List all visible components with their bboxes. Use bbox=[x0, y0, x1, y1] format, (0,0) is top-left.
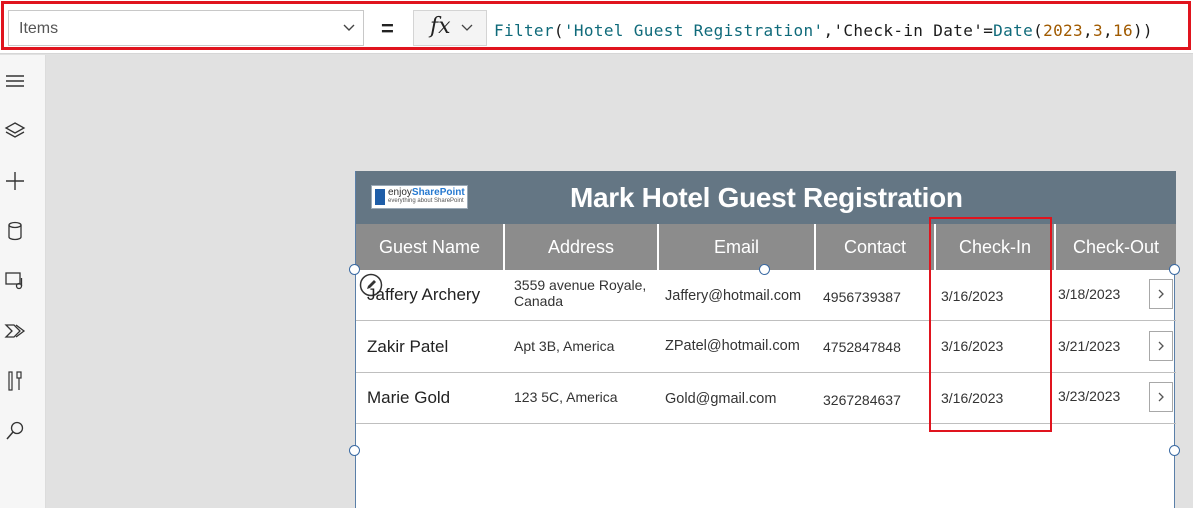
guest-email: ZPatel@hotmail.com bbox=[665, 338, 800, 354]
app-screen: enjoySharePoint everything about SharePo… bbox=[355, 171, 1176, 508]
tools-icon[interactable] bbox=[4, 370, 26, 392]
selection-handle[interactable] bbox=[1169, 264, 1180, 275]
guest-check-out: 3/21/2023 bbox=[1058, 338, 1121, 354]
guest-address-line1: 123 5C, America bbox=[514, 389, 618, 405]
gallery-row[interactable]: Zakir Patel Apt 3B, America ZPatel@hotma… bbox=[356, 322, 1176, 373]
guest-contact: 3267284637 bbox=[823, 392, 901, 408]
formula-bar: Items = fx Filter('Hotel Guest Registrat… bbox=[0, 0, 1193, 54]
column-header-contact: Contact bbox=[816, 224, 934, 270]
formula-bar-highlight bbox=[1, 1, 1191, 50]
guest-check-out: 3/18/2023 bbox=[1058, 286, 1121, 302]
app-title: Mark Hotel Guest Registration bbox=[570, 182, 963, 213]
enjoysharepoint-logo: enjoySharePoint everything about SharePo… bbox=[371, 185, 468, 209]
layers-icon[interactable] bbox=[4, 120, 26, 142]
logo-mark-icon bbox=[375, 189, 385, 205]
check-in-highlight bbox=[929, 217, 1052, 432]
guest-name: Marie Gold bbox=[367, 388, 451, 407]
chevron-right-icon bbox=[1158, 289, 1164, 299]
data-icon[interactable] bbox=[4, 220, 26, 242]
row-next-button[interactable] bbox=[1149, 331, 1173, 361]
guest-address-line1: 3559 avenue Royale, bbox=[514, 277, 647, 293]
chevron-right-icon bbox=[1158, 341, 1164, 351]
guest-address-line1: Apt 3B, America bbox=[514, 338, 615, 354]
guest-name: Zakir Patel bbox=[367, 337, 449, 356]
hamburger-icon[interactable] bbox=[4, 70, 26, 92]
media-icon[interactable] bbox=[4, 270, 26, 292]
column-header-address: Address bbox=[505, 224, 657, 270]
app-header: enjoySharePoint everything about SharePo… bbox=[356, 171, 1176, 224]
logo-tagline: everything about SharePoint bbox=[388, 198, 464, 204]
column-header-guest-name: Guest Name bbox=[356, 224, 503, 270]
selection-handle[interactable] bbox=[759, 264, 770, 275]
gallery-row[interactable]: Jaffery Archery 3559 avenue Royale, Cana… bbox=[356, 270, 1176, 321]
plus-icon[interactable] bbox=[4, 170, 26, 192]
column-header-email: Email bbox=[659, 224, 814, 270]
guest-email: Gold@gmail.com bbox=[665, 391, 777, 407]
search-icon[interactable] bbox=[4, 420, 26, 442]
selection-handle[interactable] bbox=[1169, 445, 1180, 456]
power-automate-icon[interactable] bbox=[4, 320, 26, 342]
guest-gallery[interactable]: Jaffery Archery 3559 avenue Royale, Cana… bbox=[356, 270, 1176, 508]
chevron-right-icon bbox=[1158, 392, 1164, 402]
guest-email: Jaffery@hotmail.com bbox=[665, 288, 802, 304]
guest-check-out: 3/23/2023 bbox=[1058, 388, 1121, 404]
guest-contact: 4752847848 bbox=[823, 339, 901, 355]
column-headers: Guest Name Address Email Contact Check-I… bbox=[356, 224, 1176, 270]
guest-contact: 4956739387 bbox=[823, 289, 901, 305]
row-next-button[interactable] bbox=[1149, 279, 1173, 309]
left-rail bbox=[0, 55, 46, 508]
guest-address-line2: Canada bbox=[514, 293, 564, 309]
gallery-row[interactable]: Marie Gold 123 5C, America Gold@gmail.co… bbox=[356, 373, 1176, 424]
selection-handle[interactable] bbox=[349, 445, 360, 456]
guest-name: Jaffery Archery bbox=[367, 285, 481, 304]
column-header-check-out: Check-Out bbox=[1056, 224, 1176, 270]
selection-handle[interactable] bbox=[349, 264, 360, 275]
row-next-button[interactable] bbox=[1149, 382, 1173, 412]
logo-text: enjoySharePoint bbox=[388, 187, 465, 198]
